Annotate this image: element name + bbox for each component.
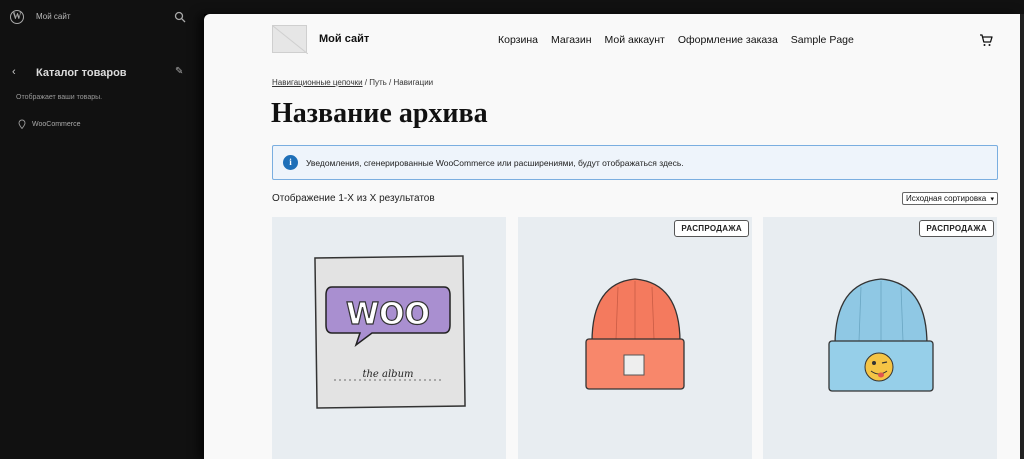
sidebar-description: Отображает ваши товары. [16,94,103,101]
nav-item-cart[interactable]: Корзина [498,34,538,46]
product-card[interactable]: РАСПРОДАЖА [763,217,997,459]
cart-icon[interactable] [979,33,993,47]
sidebar-header: W Мой сайт [0,0,204,34]
result-count: Отображение 1-X из X результатов [272,193,435,204]
notice-text: Уведомления, сгенерированные WooCommerce… [306,157,684,168]
woo-logo-text: WOO [346,297,430,332]
nav-item-sample-page[interactable]: Sample Page [791,34,854,46]
sidebar-item-label: WooCommerce [32,120,81,128]
sidebar-title: Каталог товаров [36,67,127,79]
wordpress-logo-icon[interactable]: W [10,10,24,24]
site-logo-placeholder[interactable] [272,25,309,55]
location-pin-icon [18,119,26,129]
page-title: Название архива [271,98,488,129]
product-card[interactable]: РАСПРОДАЖА [518,217,752,459]
info-icon: i [283,155,298,170]
canvas-right-edge [1020,14,1024,459]
nav-item-account[interactable]: Мой аккаунт [605,34,665,46]
breadcrumb-rest: / Путь / Навигации [362,78,434,87]
logo-placeholder-icon [272,25,309,55]
nav-item-checkout[interactable]: Оформление заказа [678,34,778,46]
product-card[interactable]: WOO the album [272,217,506,459]
product-image-woo-album[interactable]: WOO the album [272,217,506,459]
back-chevron-icon[interactable]: ‹ [12,66,16,78]
chevron-down-icon: ▾ [990,195,994,203]
breadcrumb: Навигационные цепочки / Путь / Навигации [272,78,433,87]
sort-select[interactable]: Исходная сортировка ▾ [902,192,998,205]
sidebar-site-name[interactable]: Мой сайт [36,12,70,21]
product-image-orange-beanie[interactable] [518,217,752,459]
sale-badge: РАСПРОДАЖА [674,220,749,237]
breadcrumb-link[interactable]: Навигационные цепочки [272,78,363,87]
edit-pencil-icon[interactable]: ✎ [175,66,183,77]
sort-selected-label: Исходная сортировка [906,194,987,203]
album-caption-text: the album [362,369,413,380]
sale-badge: РАСПРОДАЖА [919,220,994,237]
site-title[interactable]: Мой сайт [319,33,369,45]
sidebar-item-woocommerce[interactable]: WooCommerce [18,119,81,129]
top-band [204,0,1024,14]
editor-sidebar: W Мой сайт ‹ Каталог товаров ✎ Отображае… [0,0,204,459]
store-notice: i Уведомления, сгенерированные WooCommer… [272,145,998,180]
main-navigation: Корзина Магазин Мой аккаунт Оформление з… [498,34,854,46]
editor-canvas[interactable]: Мой сайт Корзина Магазин Мой аккаунт Офо… [204,14,1020,459]
product-image-blue-beanie[interactable] [763,217,997,459]
nav-item-shop[interactable]: Магазин [551,34,592,46]
search-icon[interactable] [174,11,186,23]
